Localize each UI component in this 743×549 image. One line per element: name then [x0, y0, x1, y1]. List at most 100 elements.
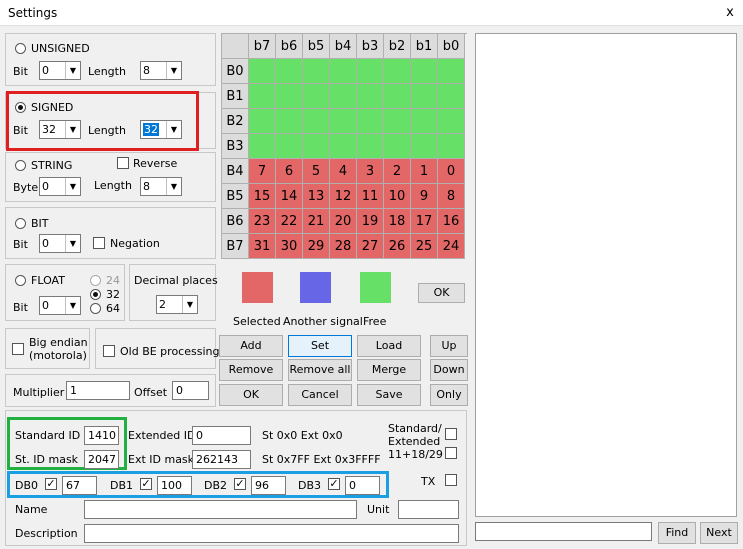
grid-cell[interactable]: 20 [330, 209, 357, 234]
unsigned-bit-select[interactable]: 0 ▼ [39, 61, 81, 80]
grid-cell[interactable]: 30 [276, 234, 303, 259]
grid-cell[interactable] [303, 59, 330, 84]
grid-cell[interactable]: 21 [303, 209, 330, 234]
grid-cell[interactable]: 18 [384, 209, 411, 234]
grid-cell[interactable]: 29 [303, 234, 330, 259]
grid-cell[interactable]: 2 [384, 159, 411, 184]
remove-button[interactable]: Remove [219, 359, 283, 381]
grid-cell[interactable] [330, 84, 357, 109]
grid-cell[interactable]: 1 [411, 159, 438, 184]
grid-cell[interactable] [276, 59, 303, 84]
signed-bit-select[interactable]: 32 ▼ [39, 120, 81, 139]
close-icon[interactable]: x [722, 5, 738, 21]
name-input[interactable] [84, 500, 357, 519]
grid-cell[interactable] [276, 134, 303, 159]
bit-grid[interactable]: b7 b6 b5 b4 b3 b2 b1 b0 B0 B1 B2 B3 B4 7 6 5 4 3 2 1 0 B5 15 14… [221, 33, 467, 259]
grid-cell[interactable] [438, 84, 465, 109]
grid-cell[interactable]: 3 [357, 159, 384, 184]
grid-cell[interactable] [276, 84, 303, 109]
signed-length-select[interactable]: 32 ▼ [140, 120, 182, 139]
db2-input[interactable]: 96 [251, 476, 286, 495]
grid-cell[interactable]: 16 [438, 209, 465, 234]
grid-cell[interactable] [330, 134, 357, 159]
grid-cell[interactable]: 12 [330, 184, 357, 209]
grid-cell[interactable]: 13 [303, 184, 330, 209]
grid-cell[interactable]: 6 [276, 159, 303, 184]
grid-cell[interactable]: 31 [249, 234, 276, 259]
up-button[interactable]: Up [430, 335, 468, 357]
signed-radio[interactable] [15, 102, 26, 113]
save-button[interactable]: Save [357, 384, 421, 406]
grid-cell[interactable] [330, 109, 357, 134]
grid-cell[interactable] [357, 109, 384, 134]
grid-cell[interactable]: 24 [438, 234, 465, 259]
grid-cell[interactable]: 26 [384, 234, 411, 259]
grid-cell[interactable] [249, 109, 276, 134]
db0-input[interactable]: 67 [62, 476, 97, 495]
grid-cell[interactable] [438, 109, 465, 134]
grid-cell[interactable] [249, 134, 276, 159]
unit-input[interactable] [398, 500, 459, 519]
db3-checkbox[interactable]: ✓ [328, 478, 340, 490]
grid-cell[interactable]: 9 [411, 184, 438, 209]
standard-extended-checkbox-2[interactable] [445, 447, 457, 459]
grid-cell[interactable] [438, 134, 465, 159]
grid-cell[interactable] [411, 134, 438, 159]
string-byte-select[interactable]: 0 ▼ [39, 177, 81, 196]
float-64-radio[interactable] [90, 303, 101, 314]
grid-cell[interactable]: 15 [249, 184, 276, 209]
grid-cell[interactable] [357, 84, 384, 109]
db1-checkbox[interactable]: ✓ [140, 478, 152, 490]
string-length-select[interactable]: 8 ▼ [140, 177, 182, 196]
old-be-checkbox[interactable] [103, 345, 115, 357]
grid-cell[interactable]: 27 [357, 234, 384, 259]
grid-cell[interactable]: 7 [249, 159, 276, 184]
negation-checkbox[interactable] [93, 237, 105, 249]
db0-checkbox[interactable]: ✓ [45, 478, 57, 490]
set-button[interactable]: Set [288, 335, 352, 357]
reverse-checkbox[interactable] [117, 157, 129, 169]
unsigned-length-select[interactable]: 8 ▼ [140, 61, 182, 80]
multiplier-input[interactable]: 1 [66, 381, 130, 400]
grid-cell[interactable] [249, 59, 276, 84]
down-button[interactable]: Down [430, 359, 468, 381]
grid-cell[interactable]: 4 [330, 159, 357, 184]
grid-cell[interactable]: 0 [438, 159, 465, 184]
grid-cell[interactable] [411, 84, 438, 109]
legend-ok-button[interactable]: OK [418, 283, 465, 303]
extended-id-input[interactable]: 0 [192, 426, 251, 445]
unsigned-radio[interactable] [15, 43, 26, 54]
db1-input[interactable]: 100 [157, 476, 192, 495]
find-button[interactable]: Find [658, 522, 696, 544]
grid-cell[interactable] [303, 84, 330, 109]
big-endian-checkbox[interactable] [12, 343, 24, 355]
st-id-mask-input[interactable]: 2047 [84, 450, 119, 469]
grid-cell[interactable] [384, 134, 411, 159]
string-radio[interactable] [15, 160, 26, 171]
only-button[interactable]: Only [430, 384, 468, 406]
grid-cell[interactable] [384, 84, 411, 109]
grid-cell[interactable] [357, 134, 384, 159]
grid-cell[interactable] [384, 109, 411, 134]
grid-cell[interactable]: 5 [303, 159, 330, 184]
grid-cell[interactable] [357, 59, 384, 84]
next-button[interactable]: Next [700, 522, 738, 544]
load-button[interactable]: Load [357, 335, 421, 357]
grid-cell[interactable]: 28 [330, 234, 357, 259]
add-button[interactable]: Add [219, 335, 283, 357]
ok-button[interactable]: OK [219, 384, 283, 406]
grid-cell[interactable]: 19 [357, 209, 384, 234]
float-radio[interactable] [15, 275, 26, 286]
grid-cell[interactable]: 14 [276, 184, 303, 209]
cancel-button[interactable]: Cancel [288, 384, 352, 406]
bit-bit-select[interactable]: 0 ▼ [39, 234, 81, 253]
float-bit-select[interactable]: 0 ▼ [39, 296, 81, 315]
tx-checkbox[interactable] [445, 474, 457, 486]
grid-cell[interactable] [411, 109, 438, 134]
grid-cell[interactable]: 8 [438, 184, 465, 209]
bit-radio[interactable] [15, 218, 26, 229]
db2-checkbox[interactable]: ✓ [234, 478, 246, 490]
grid-cell[interactable]: 10 [384, 184, 411, 209]
grid-cell[interactable]: 25 [411, 234, 438, 259]
standard-id-input[interactable]: 1410 [84, 426, 119, 445]
